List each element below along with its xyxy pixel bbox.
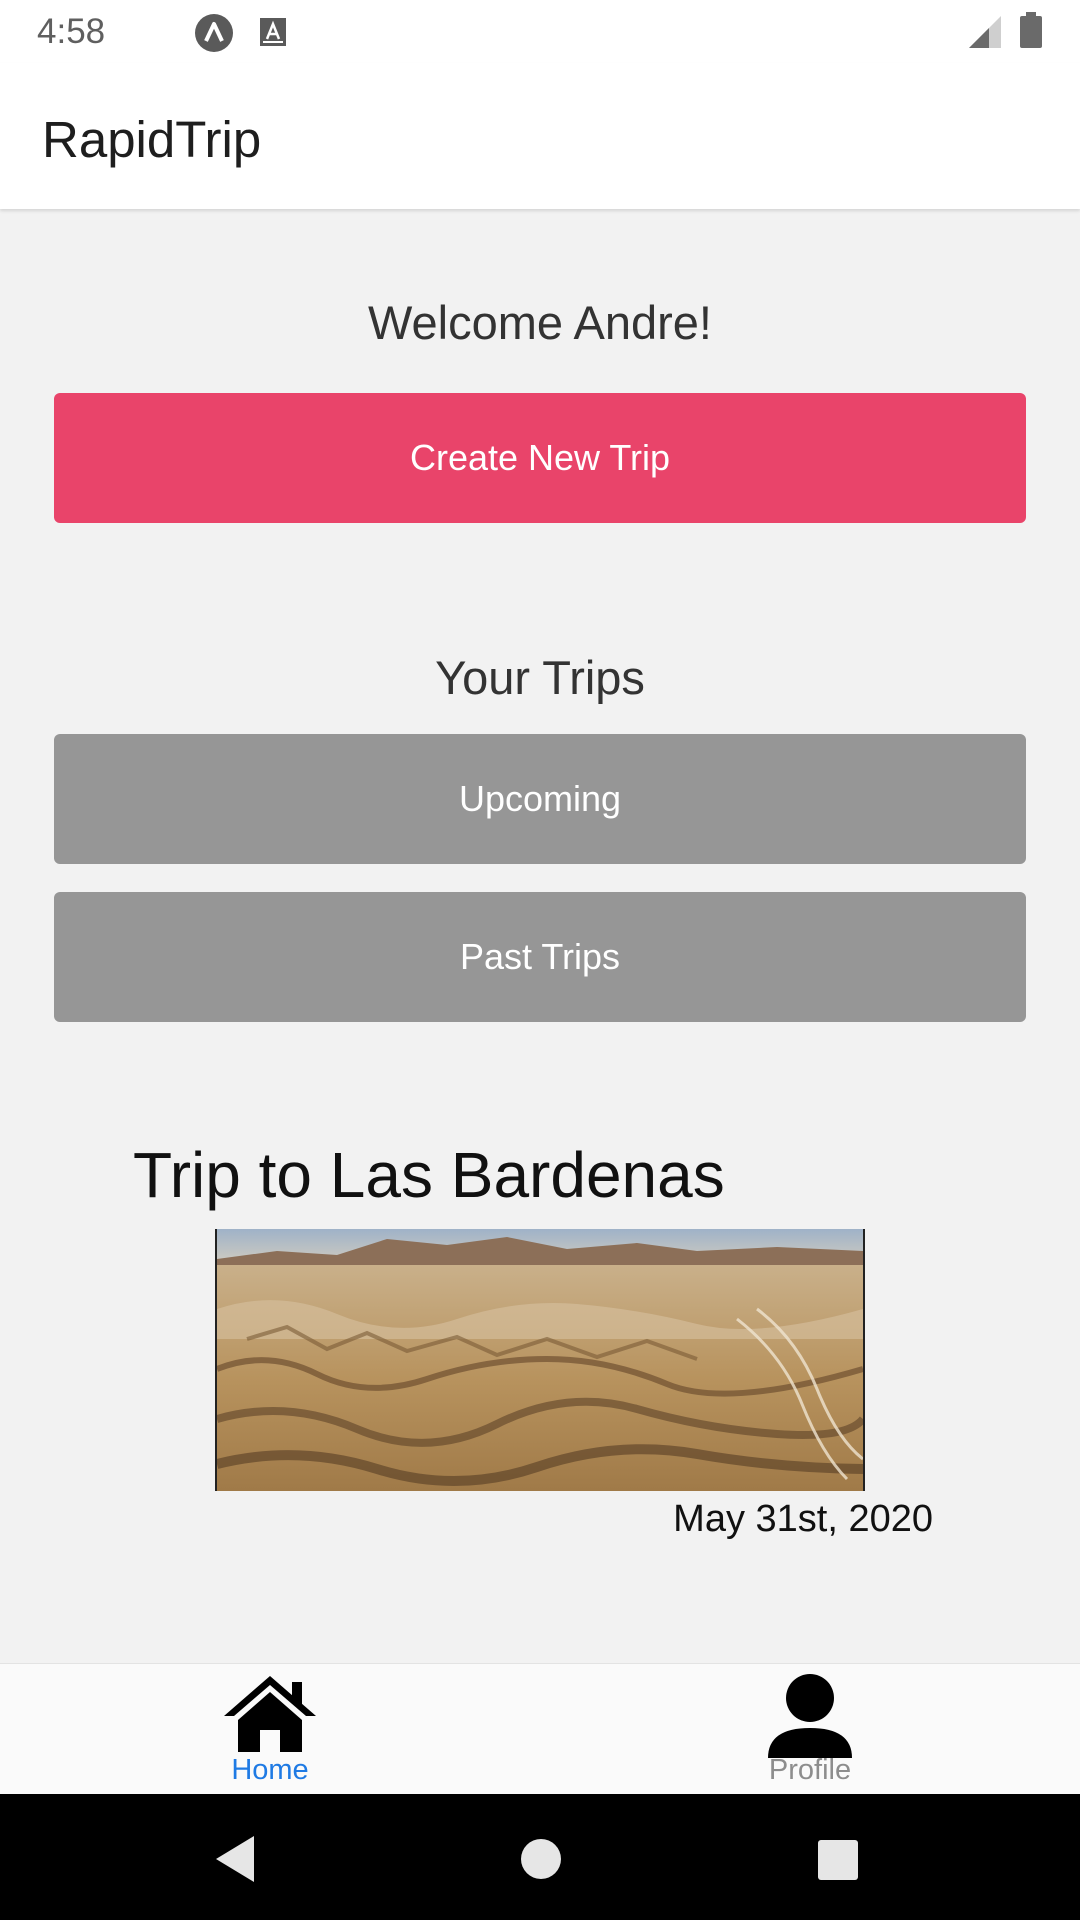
system-nav-bar — [0, 1794, 1080, 1920]
upcoming-trips-label: Upcoming — [458, 778, 622, 819]
recents-icon[interactable] — [817, 1839, 859, 1881]
nav-profile[interactable]: Profile — [540, 1664, 1080, 1795]
nav-profile-label: Profile — [768, 1754, 852, 1786]
upcoming-trips-button[interactable]: Upcoming — [54, 734, 1026, 864]
nav-home[interactable]: Home — [0, 1664, 540, 1795]
signal-icon — [969, 16, 1001, 48]
status-bar: 4:58 — [0, 0, 1080, 63]
your-trips-heading: Your Trips — [435, 651, 645, 704]
past-trips-label: Past Trips — [459, 936, 621, 977]
bottom-nav: Home Profile — [0, 1663, 1080, 1795]
back-icon[interactable] — [212, 1834, 258, 1884]
trip-title[interactable]: Trip to Las Bardenas — [133, 1138, 725, 1212]
home-circle-icon[interactable] — [519, 1837, 563, 1881]
desert-landscape-image — [217, 1229, 863, 1491]
welcome-heading: Welcome Andre! — [368, 296, 712, 349]
app-bar: RapidTrip — [0, 63, 1080, 209]
trip-date: May 31st, 2020 — [673, 1498, 933, 1540]
home-icon — [224, 1676, 316, 1752]
status-time: 4:58 — [37, 12, 106, 51]
expo-icon — [195, 14, 233, 52]
create-new-trip-label: Create New Trip — [409, 437, 671, 478]
trip-image[interactable] — [215, 1229, 865, 1491]
nav-home-label: Home — [231, 1754, 309, 1786]
text-a-icon — [260, 18, 286, 46]
create-new-trip-button[interactable]: Create New Trip — [54, 393, 1026, 523]
app-title: RapidTrip — [42, 111, 262, 168]
past-trips-button[interactable]: Past Trips — [54, 892, 1026, 1022]
person-icon — [768, 1674, 852, 1758]
battery-icon — [1020, 12, 1042, 48]
